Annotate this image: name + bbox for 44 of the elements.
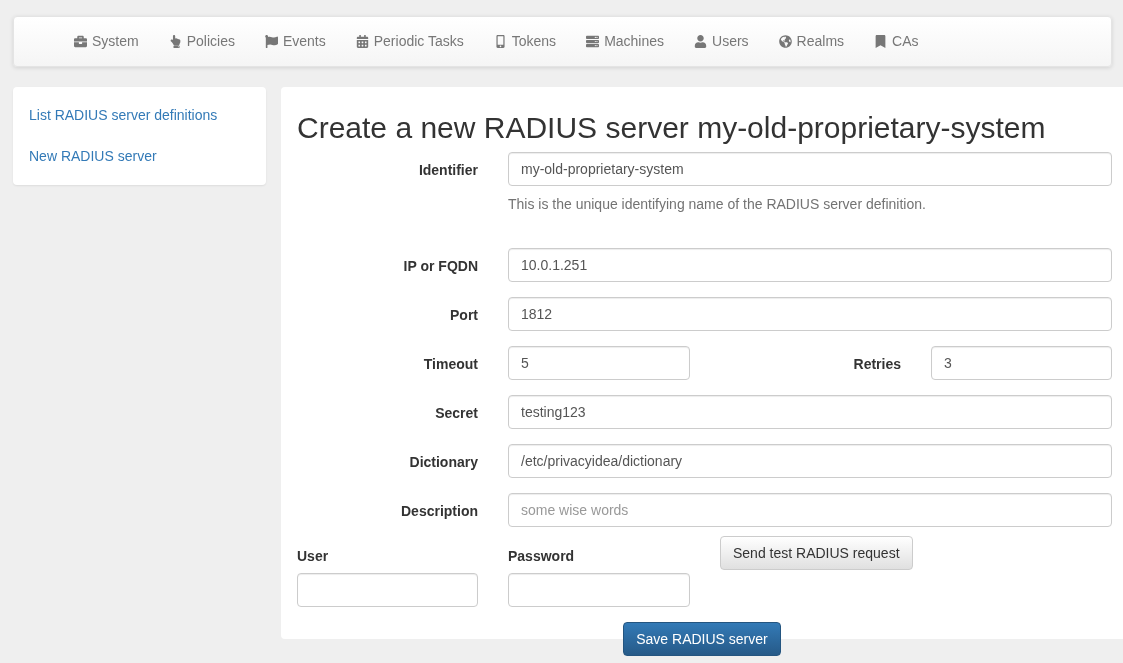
input-field[interactable]: my-old-proprietary-system — [508, 152, 1112, 186]
pointing-hand-icon — [168, 35, 182, 48]
field-label: Timeout — [422, 355, 478, 374]
input-field[interactable]: some wise words — [508, 493, 1112, 527]
bookmark-icon — [874, 35, 888, 48]
input-field[interactable]: /etc/privacyidea/dictionary — [508, 444, 1112, 478]
field-label: Password — [508, 547, 576, 566]
sidebar-link[interactable]: List RADIUS server definitions — [13, 95, 266, 136]
field-label: Description — [400, 502, 478, 521]
input-field[interactable]: 3 — [931, 346, 1112, 380]
user-icon — [694, 35, 708, 48]
phone-icon — [493, 35, 507, 48]
globe-icon — [778, 35, 792, 48]
nav-link[interactable]: System — [59, 31, 154, 52]
input-field[interactable]: 10.0.1.251 — [508, 248, 1112, 282]
nav-link[interactable]: Periodic Tasks — [340, 31, 479, 52]
send-test-button[interactable]: Send test RADIUS request — [720, 536, 913, 570]
nav-link[interactable]: Policies — [153, 31, 250, 52]
input-field[interactable]: testing123 — [508, 395, 1112, 429]
save-button[interactable]: Save RADIUS server — [623, 622, 781, 656]
nav-link[interactable]: Machines — [571, 31, 680, 52]
field-label: Port — [449, 306, 478, 325]
field-label: User — [297, 547, 330, 566]
input-field[interactable]: 5 — [508, 346, 690, 380]
field-label: IP or FQDN — [402, 257, 478, 276]
help-text: This is the unique identifying name of the RADIUS server definition. — [508, 195, 927, 214]
nav-link[interactable]: Events — [249, 31, 341, 52]
field-label: Dictionary — [408, 453, 478, 472]
briefcase-icon — [74, 35, 87, 48]
nav-link[interactable]: CAs — [859, 31, 934, 52]
field-label: Retries — [852, 355, 901, 374]
nav-link[interactable]: Tokens — [478, 31, 572, 52]
input-field[interactable]: 1812 — [508, 297, 1112, 331]
nav-link[interactable]: Realms — [763, 31, 860, 52]
sidebar-link[interactable]: New RADIUS server — [13, 136, 266, 177]
field-label: Identifier — [417, 161, 478, 180]
calendar-icon — [355, 35, 369, 48]
field-label: Secret — [434, 404, 478, 423]
input-field[interactable] — [508, 573, 690, 607]
input-field[interactable] — [297, 573, 478, 607]
flag-icon — [264, 35, 278, 48]
server-stack-icon — [586, 35, 600, 48]
page-title: Create a new RADIUS server my-old-proprietary-system — [297, 110, 1047, 146]
nav-link[interactable]: Users — [679, 31, 764, 52]
